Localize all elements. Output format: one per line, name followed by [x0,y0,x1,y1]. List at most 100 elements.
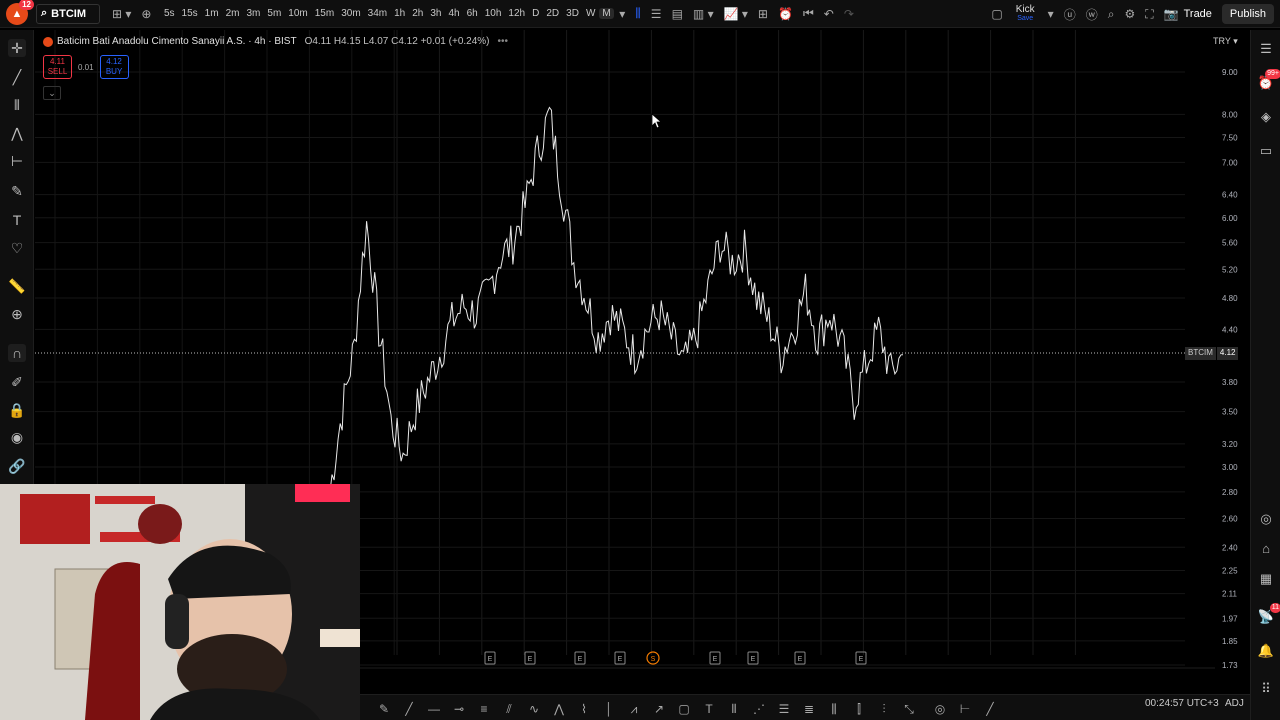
risk-reward-icon[interactable]: ⤡ [901,701,917,717]
indicators-icon[interactable]: ☰ [651,7,662,21]
magnet-icon[interactable]: ∩ [8,344,26,362]
timeframe-1h[interactable]: 1h [391,8,409,19]
fib-retrace-icon[interactable]: ☰ [776,701,792,717]
pattern-icon[interactable]: ⋀ [551,701,567,717]
compare-icon[interactable]: ⊞ ▾ [112,7,131,21]
ruler-icon[interactable]: 📏 [8,277,26,295]
bell-icon[interactable]: ⌂ [1257,540,1275,558]
zigzag-icon[interactable]: ⩘ [626,701,642,717]
layers-icon[interactable]: ◈ [1257,108,1275,126]
fib-ext-icon[interactable]: ≣ [801,701,817,717]
chart-clock[interactable]: 00:24:57 UTC+3 [1145,698,1219,709]
target-icon[interactable]: ◎ [1257,510,1275,528]
chevron-down-icon[interactable]: ▾ [619,7,625,21]
timeframe-4h[interactable]: 4h [445,8,463,19]
apps-icon[interactable]: ⠿ [1257,680,1275,698]
forecast-icon[interactable]: ⊢ [8,152,26,170]
alert-icon[interactable]: ⏰ [778,7,793,21]
settings-icon[interactable]: ⚙ [1124,7,1135,21]
kick-layout[interactable]: Kick Save [1016,5,1035,23]
timeframe-2m[interactable]: 2m [222,8,243,19]
fullscreen-icon[interactable]: ⛶ [1145,7,1153,22]
pitchfork-icon[interactable]: ⫴ [8,96,26,114]
horizontal-ray-icon[interactable]: ⊸ [451,701,467,717]
pitchfork-icon[interactable]: ⫴ [726,701,742,717]
trade-button[interactable]: Trade [1184,8,1212,20]
publish-button[interactable]: Publish [1221,4,1274,24]
sell-button[interactable]: 4.11 SELL [43,55,72,79]
more-icon[interactable]: ••• [498,36,509,47]
notification-icon[interactable]: 🔔 [1257,642,1275,660]
zoom-in-icon[interactable]: ⊕ [8,305,26,323]
gann-icon[interactable]: ⋰ [751,701,767,717]
text-icon[interactable]: T [701,701,717,717]
fib-icon[interactable]: ⫽ [501,701,517,717]
timeframe-M[interactable]: M [598,8,615,19]
rectangle-icon[interactable]: ▢ [676,701,692,717]
collapse-legend-icon[interactable]: ⌄ [43,86,61,100]
currency-selector[interactable]: TRY ▾ [1213,36,1238,47]
timeframe-34m[interactable]: 34m [364,8,390,19]
measure-icon[interactable]: ⫶ [876,701,892,717]
buy-button[interactable]: 4.12 BUY [99,55,129,79]
timeframe-1m[interactable]: 1m [201,8,222,19]
symbol-search[interactable]: ⌕ BTCIM [36,3,100,24]
crosshair-icon[interactable]: ✛ [8,39,26,57]
trendline-icon[interactable]: ╱ [401,701,417,717]
trendline-icon[interactable]: ╱ [8,68,26,86]
adjust-toggle[interactable]: ADJ [1225,698,1244,709]
account-avatar[interactable]: ▲ 12 [6,0,34,25]
timeframe-3h[interactable]: 3h [427,8,445,19]
timeframe-12h[interactable]: 12h [505,8,529,19]
timeframe-2D[interactable]: 2D [543,8,563,19]
calendar-icon[interactable]: ▦ [1257,570,1275,588]
symbol-description[interactable]: Baticim Bati Anadolu Cimento Sanayii A.S… [57,36,297,47]
rectangle-icon[interactable]: ▢ [991,7,1002,21]
lock-icon[interactable]: 🔒 [8,401,26,419]
timeframe-5s[interactable]: 5s [160,8,178,19]
timeframe-30m[interactable]: 30m [338,8,364,19]
timeframe-3m[interactable]: 3m [243,8,264,19]
undo-icon[interactable]: ↶ [824,7,834,21]
add-symbol-icon[interactable]: ⊕ [141,7,151,21]
parallel-channel-icon[interactable]: ≡ [476,701,492,717]
vertical-line-icon[interactable]: │ [601,701,617,717]
heart-icon[interactable]: ♡ [8,239,26,257]
watchlist-icon[interactable]: ☰ [1257,40,1275,58]
volume-profile-icon[interactable]: ⫿ [851,701,867,717]
layout-icon[interactable]: ▥ ▾ [693,7,714,21]
arrow-icon[interactable]: ↗ [651,701,667,717]
timeframe-10h[interactable]: 10h [481,8,505,19]
elliott-icon[interactable]: ⌇ [576,701,592,717]
forecast-icon[interactable]: ⫼ [826,701,842,717]
broadcast-icon[interactable]: 📡 11 [1257,603,1280,626]
timeframe-15s[interactable]: 15s [178,8,201,19]
redo-icon[interactable]: ↷ [844,7,854,21]
target-icon[interactable]: ◎ [932,701,948,717]
brush-icon[interactable]: ✎ [376,701,392,717]
timeframe-D[interactable]: D [529,8,543,19]
timeframe-2h[interactable]: 2h [409,8,427,19]
link-icon[interactable]: 🔗 [8,457,26,475]
ray-icon[interactable]: ╱ [982,701,998,717]
chat-icon[interactable]: ▭ [1257,142,1275,160]
horizontal-line-icon[interactable]: — [426,701,442,717]
eye-icon[interactable]: ◉ [8,428,26,446]
user-w-icon[interactable]: ⓦ [1086,6,1098,23]
draw-lock-icon[interactable]: ✐ [8,373,26,391]
timeframe-6h[interactable]: 6h [463,8,481,19]
timeframe-5m[interactable]: 5m [264,8,285,19]
timeframe-W[interactable]: W [582,8,598,19]
timeframe-3D[interactable]: 3D [563,8,583,19]
alerts-icon[interactable]: ⏰ 99+ [1257,69,1280,92]
pattern-icon[interactable]: ⋀ [8,124,26,142]
user-u-icon[interactable]: ⓤ [1064,6,1076,23]
grid-icon[interactable]: ⊞ [758,7,768,21]
forecast-tool-icon[interactable]: ⊢ [957,701,973,717]
timeframe-10m[interactable]: 10m [285,8,311,19]
bar-chart-icon[interactable]: ▤ [672,7,683,21]
replay-icon[interactable]: ⏮ [803,6,814,21]
timeframe-15m[interactable]: 15m [311,8,337,19]
candles-icon[interactable]: ⫼ [635,6,641,21]
path-icon[interactable]: ∿ [526,701,542,717]
